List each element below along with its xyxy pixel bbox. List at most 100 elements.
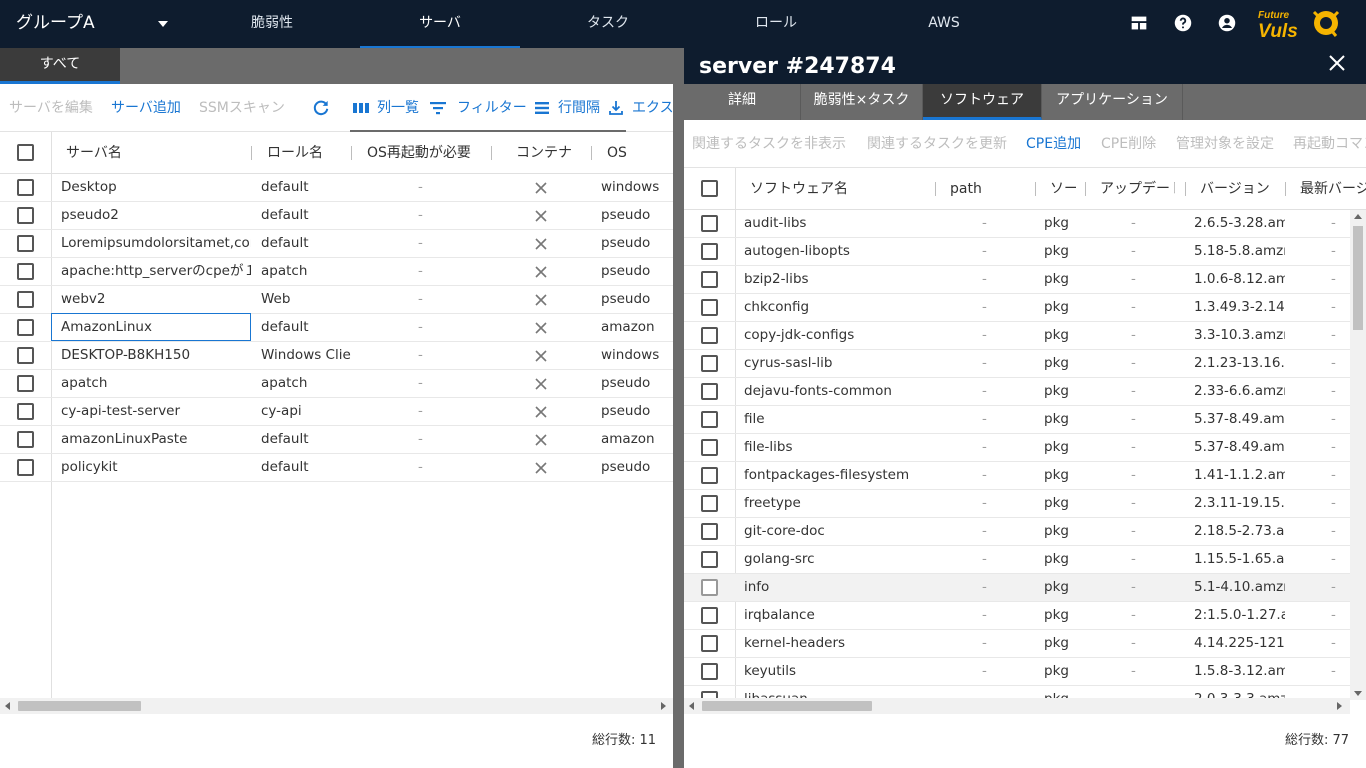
column-header-os[interactable]: OS <box>607 132 667 174</box>
table-row[interactable]: policykit default - pseudo <box>0 454 673 482</box>
column-header-latest-version[interactable]: 最新バージョン <box>1300 168 1366 210</box>
help-icon[interactable] <box>1172 12 1194 34</box>
row-checkbox[interactable] <box>17 347 34 364</box>
table-row[interactable]: amazonLinuxPaste default - amazon <box>0 426 673 454</box>
columns-icon[interactable] <box>352 101 370 115</box>
column-header-role[interactable]: ロール名 <box>267 132 347 174</box>
column-header-update[interactable]: アップデート <box>1100 168 1175 210</box>
row-checkbox[interactable] <box>17 263 34 280</box>
dashboard-icon[interactable] <box>1128 12 1150 34</box>
scroll-right-icon[interactable] <box>1337 702 1342 710</box>
select-all-checkbox[interactable] <box>17 144 34 161</box>
server-table-hscrollbar[interactable] <box>0 698 673 714</box>
hscroll-thumb[interactable] <box>702 701 872 711</box>
row-checkbox[interactable] <box>701 439 718 456</box>
column-header-path[interactable]: path <box>950 168 1030 210</box>
row-checkbox[interactable] <box>17 207 34 224</box>
row-checkbox[interactable] <box>701 327 718 344</box>
table-row[interactable]: keyutils - pkg - 1.5.8-3.12.amzn2 - <box>684 658 1350 686</box>
update-related-tasks-button[interactable]: 関連するタスクを更新 <box>867 120 1007 167</box>
table-row[interactable]: apatch apatch - pseudo <box>0 370 673 398</box>
futurevuls-logo[interactable]: Future Vuls <box>1256 4 1342 44</box>
row-checkbox[interactable] <box>17 235 34 252</box>
tab-detail[interactable]: 詳細 <box>684 84 801 120</box>
row-checkbox[interactable] <box>701 383 718 400</box>
density-button[interactable]: 行間隔 <box>558 84 600 131</box>
table-row[interactable]: irqbalance - pkg - 2:1.5.0-1.27.amzn2 - <box>684 602 1350 630</box>
refresh-icon[interactable] <box>311 98 331 118</box>
table-row[interactable]: kernel-headers - pkg - 4.14.225-121.362.amzn… <box>684 630 1350 658</box>
table-row[interactable]: cyrus-sasl-lib - pkg - 2.1.23-13.16.amzn2 - <box>684 350 1350 378</box>
row-checkbox[interactable] <box>701 299 718 316</box>
row-checkbox[interactable] <box>17 319 34 336</box>
table-row[interactable]: info - pkg - 5.1-4.10.amzn2 - <box>684 574 1350 602</box>
table-row[interactable]: apache:http_serverのcpeが１件 apatch - pseudo <box>0 258 673 286</box>
table-row[interactable]: DESKTOP-B8KH150 Windows Client - windows <box>0 342 673 370</box>
edit-server-button[interactable]: サーバを編集 <box>9 84 93 131</box>
hide-related-tasks-button[interactable]: 関連するタスクを非表示 <box>692 120 846 167</box>
ssm-scan-button[interactable]: SSMスキャン <box>199 84 285 131</box>
scroll-down-icon[interactable] <box>1354 691 1362 696</box>
export-button[interactable]: エクスポート <box>632 84 673 131</box>
column-header-version[interactable]: バージョン <box>1200 168 1280 210</box>
export-icon[interactable] <box>608 100 624 116</box>
cpe-add-button[interactable]: CPE追加 <box>1026 120 1081 167</box>
column-header-container[interactable]: コンテナ <box>516 132 586 174</box>
table-row[interactable]: bzip2-libs - pkg - 1.0.6-8.12.amzn2 - <box>684 266 1350 294</box>
tab-application[interactable]: アプリケーション <box>1042 84 1183 120</box>
select-all-software-checkbox[interactable] <box>701 180 718 197</box>
software-table-hscrollbar[interactable] <box>684 698 1350 714</box>
column-header-source[interactable]: ソース <box>1050 168 1076 210</box>
restart-command-button[interactable]: 再起動コマンド <box>1293 120 1366 167</box>
row-checkbox[interactable] <box>701 495 718 512</box>
row-checkbox[interactable] <box>17 403 34 420</box>
row-checkbox[interactable] <box>701 579 718 596</box>
row-checkbox[interactable] <box>701 551 718 568</box>
close-icon[interactable] <box>1328 54 1346 72</box>
table-row[interactable]: webv2 Web - pseudo <box>0 286 673 314</box>
vscroll-thumb[interactable] <box>1353 226 1363 330</box>
table-row[interactable]: Loremipsumdolorsitamet,consectetur defaul… <box>0 230 673 258</box>
chevron-down-icon[interactable] <box>158 21 168 27</box>
row-checkbox[interactable] <box>17 459 34 476</box>
group-selector[interactable]: グループA <box>16 0 95 48</box>
row-checkbox[interactable] <box>17 291 34 308</box>
tab-servers[interactable]: サーバ <box>360 0 520 48</box>
column-header-software-name[interactable]: ソフトウェア名 <box>750 168 930 210</box>
table-row[interactable]: golang-src - pkg - 1.15.5-1.65.amzn2 - <box>684 546 1350 574</box>
table-row[interactable]: git-core-doc - pkg - 2.18.5-2.73.amzn2 - <box>684 518 1350 546</box>
row-checkbox[interactable] <box>17 179 34 196</box>
row-checkbox[interactable] <box>701 523 718 540</box>
account-icon[interactable] <box>1216 12 1238 34</box>
tab-software[interactable]: ソフトウェア <box>923 84 1042 120</box>
row-checkbox[interactable] <box>17 375 34 392</box>
hscroll-thumb[interactable] <box>18 701 141 711</box>
row-checkbox[interactable] <box>701 411 718 428</box>
column-header-reboot[interactable]: OS再起動が必要 <box>367 132 489 174</box>
subtab-all[interactable]: すべて <box>0 48 120 84</box>
scroll-right-icon[interactable] <box>661 702 666 710</box>
tab-roles[interactable]: ロール <box>696 0 856 48</box>
filter-icon[interactable] <box>429 101 447 115</box>
columns-button[interactable]: 列一覧 <box>377 84 419 131</box>
scroll-left-icon[interactable] <box>689 702 694 710</box>
row-checkbox[interactable] <box>701 663 718 680</box>
row-checkbox[interactable] <box>701 215 718 232</box>
row-checkbox[interactable] <box>701 635 718 652</box>
row-checkbox[interactable] <box>17 431 34 448</box>
tab-vuln-task[interactable]: 脆弱性×タスク <box>801 84 923 120</box>
table-row[interactable]: autogen-libopts - pkg - 5.18-5.8.amzn2 - <box>684 238 1350 266</box>
table-row[interactable]: dejavu-fonts-common - pkg - 2.33-6.6.amzn2 - <box>684 378 1350 406</box>
pane-divider[interactable] <box>673 48 684 768</box>
scroll-up-icon[interactable] <box>1354 214 1362 219</box>
cpe-delete-button[interactable]: CPE削除 <box>1101 120 1156 167</box>
filter-button[interactable]: フィルター <box>457 84 527 131</box>
table-row[interactable]: fontpackages-filesystem - pkg - 1.41-1.1.2.a… <box>684 462 1350 490</box>
row-checkbox[interactable] <box>701 243 718 260</box>
tab-vulnerabilities[interactable]: 脆弱性 <box>192 0 352 48</box>
add-server-button[interactable]: サーバ追加 <box>111 84 181 131</box>
density-icon[interactable] <box>534 101 550 115</box>
table-row[interactable]: cy-api-test-server cy-api - pseudo <box>0 398 673 426</box>
row-checkbox[interactable] <box>701 607 718 624</box>
tab-aws[interactable]: AWS <box>864 0 1024 48</box>
